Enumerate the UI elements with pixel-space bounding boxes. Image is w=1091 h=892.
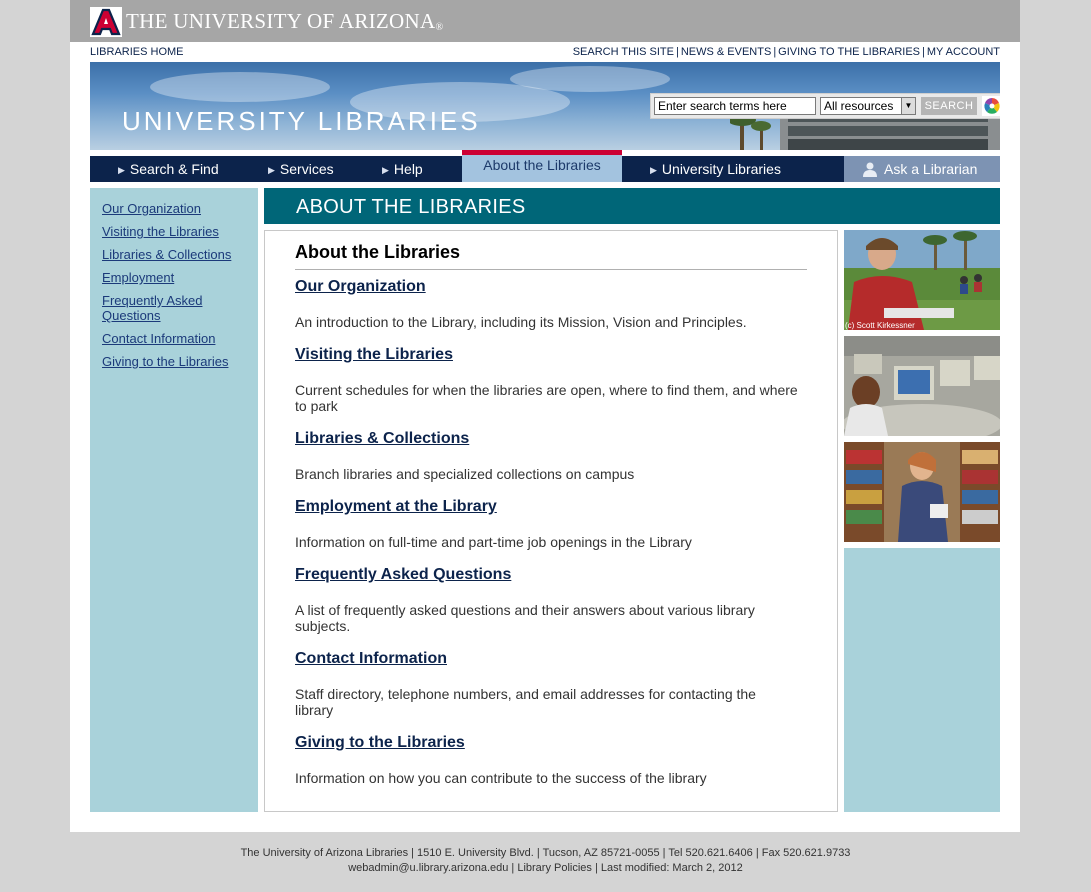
university-logo-icon[interactable] [90, 7, 122, 37]
sidebar-item-our-organization[interactable]: Our Organization [102, 201, 252, 216]
divider [295, 269, 807, 270]
sidebar-item-employment[interactable]: Employment [102, 270, 252, 285]
description-libraries-collections: Branch libraries and specialized collect… [295, 466, 635, 482]
nav-ask-librarian[interactable]: Ask a Librarian [844, 156, 1000, 182]
description-faq: A list of frequently asked questions and… [295, 602, 755, 634]
separator: | [773, 46, 777, 58]
main-navigation: ▶ Search & Find ▶ Services ▶ Help About the… [90, 150, 1000, 182]
nav-label: Services [279, 161, 334, 177]
section-title: ABOUT THE LIBRARIES [296, 196, 526, 218]
university-name-text: THE UNIVERSITY OF ARIZONA [126, 9, 436, 33]
registered-mark: ® [435, 22, 444, 33]
right-column-filler [844, 548, 1000, 812]
link-faq[interactable]: Frequently Asked Questions [295, 566, 511, 584]
description-giving: Information on how you can contribute to… [295, 770, 707, 786]
nav-label: University Libraries [661, 161, 781, 177]
nav-help[interactable]: ▶ Help [382, 156, 423, 182]
page-title: About the Libraries [295, 242, 461, 262]
news-events-link[interactable]: NEWS & EVENTS [681, 46, 771, 58]
sidebar-item-faq[interactable]: Frequently Asked Questions [102, 293, 252, 323]
nav-search-find[interactable]: ▶ Search & Find [118, 156, 219, 182]
photo-image [844, 442, 1000, 542]
section-header: ABOUT THE LIBRARIES [264, 188, 1000, 224]
chevron-down-icon[interactable]: ▼ [901, 98, 915, 114]
footer-contact: webadmin@u.library.arizona.edu | Library… [348, 862, 743, 874]
search-input[interactable] [654, 97, 816, 115]
sidebar-item-giving[interactable]: Giving to the Libraries [102, 354, 252, 369]
footer-address: The University of Arizona Libraries | 15… [240, 847, 851, 859]
person-icon [863, 162, 877, 177]
cloud-shape [510, 66, 670, 92]
nav-label: About the Libraries [483, 157, 601, 173]
photo-image [844, 336, 1000, 436]
university-header-bar: THE UNIVERSITY OF ARIZONA® [70, 0, 1020, 42]
triangle-right-icon: ▶ [650, 165, 657, 175]
libraries-banner: UNIVERSITY LIBRARIES All resources ▼ SEA… [90, 62, 1000, 150]
link-libraries-collections[interactable]: Libraries & Collections [295, 430, 469, 448]
utility-links: SEARCH THIS SITE | NEWS & EVENTS | GIVING TO… [573, 46, 1000, 58]
search-button[interactable]: SEARCH [921, 97, 977, 115]
main-content: About the Libraries Our Organization An … [264, 230, 838, 812]
sidebar-item-collections[interactable]: Libraries & Collections [102, 247, 252, 262]
computer-lab-photo [844, 336, 1000, 436]
nav-label: Help [393, 161, 423, 177]
description-our-organization: An introduction to the Library, includin… [295, 314, 747, 330]
link-employment[interactable]: Employment at the Library [295, 498, 497, 516]
giving-link[interactable]: GIVING TO THE LIBRARIES [778, 46, 920, 58]
search-scope-value: All resources [824, 99, 894, 113]
nav-label: Ask a Librarian [884, 161, 978, 177]
university-name[interactable]: THE UNIVERSITY OF ARIZONA® [126, 9, 443, 34]
photo-credit: (c) Scott Kirkessner [845, 321, 915, 330]
student-on-lawn-photo: (c) Scott Kirkessner [844, 230, 1000, 330]
separator: | [922, 46, 925, 58]
nav-label: Search & Find [129, 161, 219, 177]
footer: The University of Arizona Libraries | 15… [0, 846, 1091, 876]
search-this-site-link[interactable]: SEARCH THIS SITE [573, 46, 674, 58]
sidebar-item-contact[interactable]: Contact Information [102, 331, 252, 346]
search-scope-select[interactable]: All resources ▼ [820, 97, 916, 115]
description-visiting-libraries: Current schedules for when the libraries… [295, 382, 798, 414]
sidebar-item-visiting[interactable]: Visiting the Libraries [102, 224, 252, 239]
page-frame: THE UNIVERSITY OF ARIZONA® LIBRARIES HOM… [70, 0, 1020, 832]
link-contact-information[interactable]: Contact Information [295, 650, 447, 668]
triangle-right-icon: ▶ [118, 165, 125, 175]
student-reading-stacks-photo [844, 442, 1000, 542]
link-visiting-libraries[interactable]: Visiting the Libraries [295, 346, 453, 364]
my-account-link[interactable]: MY ACCOUNT [927, 46, 1000, 58]
separator: | [675, 46, 679, 58]
triangle-right-icon: ▶ [382, 165, 389, 175]
nav-about-libraries[interactable]: About the Libraries [462, 150, 622, 182]
description-employment: Information on full-time and part-time j… [295, 534, 692, 550]
link-our-organization[interactable]: Our Organization [295, 278, 426, 296]
triangle-right-icon: ▶ [268, 165, 275, 175]
cloud-shape [150, 72, 330, 102]
pinwheel-icon[interactable] [982, 96, 1000, 116]
photo-image [844, 230, 1000, 330]
link-giving[interactable]: Giving to the Libraries [295, 734, 465, 752]
nav-services[interactable]: ▶ Services [268, 156, 334, 182]
libraries-home-link[interactable]: LIBRARIES HOME [90, 46, 184, 58]
nav-university-libraries[interactable]: ▶ University Libraries [650, 156, 781, 182]
search-bar: All resources ▼ SEARCH [650, 93, 1000, 119]
sidebar: Our Organization Visiting the Libraries … [90, 188, 258, 812]
description-contact-information: Staff directory, telephone numbers, and … [295, 686, 756, 718]
banner-title: UNIVERSITY LIBRARIES [122, 106, 481, 136]
